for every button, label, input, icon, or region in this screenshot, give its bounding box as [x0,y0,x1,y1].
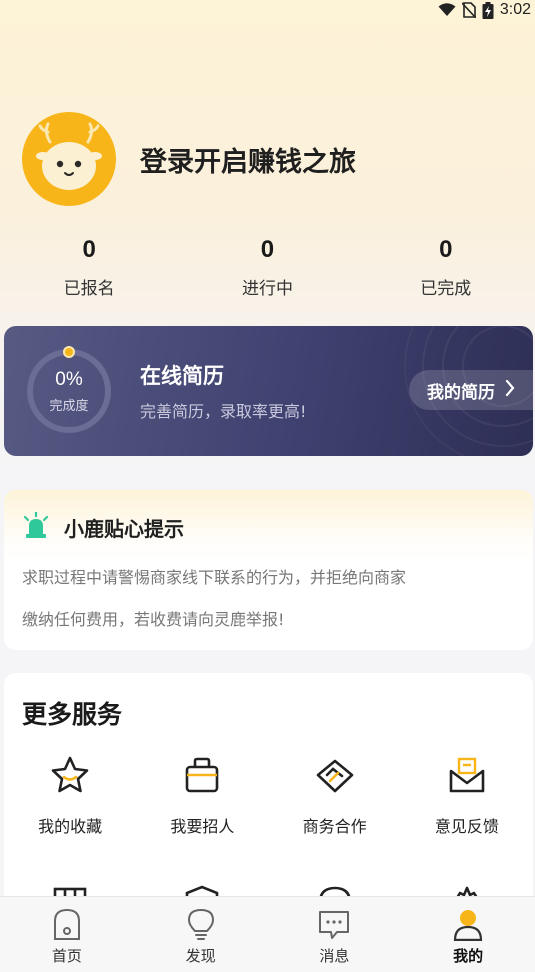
bottom-tab-bar: 首页 发现 消息 我的 [0,896,535,972]
tab-label: 发现 [185,947,216,965]
star-icon [51,756,89,793]
tab-messages[interactable]: 消息 [268,897,402,972]
no-sim-icon [461,2,476,18]
stat-label: 进行中 [241,279,293,299]
chevron-right-icon [505,379,515,402]
status-bar: 3:02 [0,0,535,20]
tab-label: 首页 [51,947,82,965]
safety-tips-card: 小鹿贴心提示 求职过程中请警惕商家线下联系的行为，并拒绝向商家 缴纳任何费用，若… [4,490,533,650]
service-label: 意见反馈 [434,817,499,836]
deer-mascot-icon [36,122,102,190]
completion-label: 完成度 [49,398,89,414]
tips-text-line-1: 求职过程中请警惕商家线下联系的行为，并拒绝向商家 [22,568,407,587]
bulb-icon [187,908,214,940]
status-time: 3:02 [499,1,531,18]
stat-value: 0 [82,236,96,263]
tab-mine[interactable]: 我的 [401,897,535,972]
application-stats: 0 已报名 0 进行中 0 已完成 [0,236,535,299]
alarm-light-icon [22,510,50,542]
stat-label: 已完成 [420,279,472,299]
stat-label: 已报名 [63,279,115,299]
mail-feedback-icon [449,757,485,793]
stat-value: 0 [260,236,275,263]
stat-completed[interactable]: 0 已完成 [357,236,535,299]
service-label: 商务合作 [302,817,367,836]
my-resume-label: 我的简历 [427,382,495,403]
services-grid: 我的收藏 我要招人 商务合作 意见反馈 [4,755,533,837]
tab-discover[interactable]: 发现 [134,897,268,972]
home-icon [53,908,80,940]
wifi-icon [438,3,456,17]
login-prompt[interactable]: 登录开启赚钱之旅 [140,140,356,179]
tab-home[interactable]: 首页 [0,897,134,972]
my-resume-button[interactable]: 我的简历 [409,370,533,410]
services-title: 更多服务 [22,700,123,729]
service-business[interactable]: 商务合作 [269,755,401,837]
completion-readout: 0% 完成度 [24,346,114,436]
service-favorites[interactable]: 我的收藏 [4,755,136,837]
tips-title: 小鹿贴心提示 [64,516,184,541]
message-icon [319,911,350,939]
profile-icon [454,910,483,941]
stat-registered[interactable]: 0 已报名 [0,236,178,299]
completion-percent: 0% [55,368,83,390]
briefcase-icon [186,757,219,793]
resume-subtitle: 完善简历，录取率更高! [140,402,307,421]
resume-title: 在线简历 [140,364,224,388]
service-label: 我的收藏 [38,817,103,836]
online-resume-card[interactable]: 0% 完成度 在线简历 完善简历，录取率更高! 我的简历 [4,326,533,456]
avatar[interactable] [22,112,116,206]
stat-in-progress[interactable]: 0 进行中 [178,236,356,299]
tab-label: 我的 [453,947,484,965]
service-hiring[interactable]: 我要招人 [136,755,268,837]
tab-label: 消息 [319,947,350,965]
tips-header: 小鹿贴心提示 [22,510,184,542]
stat-value: 0 [439,236,453,263]
tips-text-line-2: 缴纳任何费用，若收费请向灵鹿举报! [22,610,285,629]
service-feedback[interactable]: 意见反馈 [401,755,533,837]
profile-header: 登录开启赚钱之旅 [22,112,356,206]
service-label: 我要招人 [170,817,235,836]
battery-charging-icon [482,1,494,19]
handshake-icon [316,759,353,793]
